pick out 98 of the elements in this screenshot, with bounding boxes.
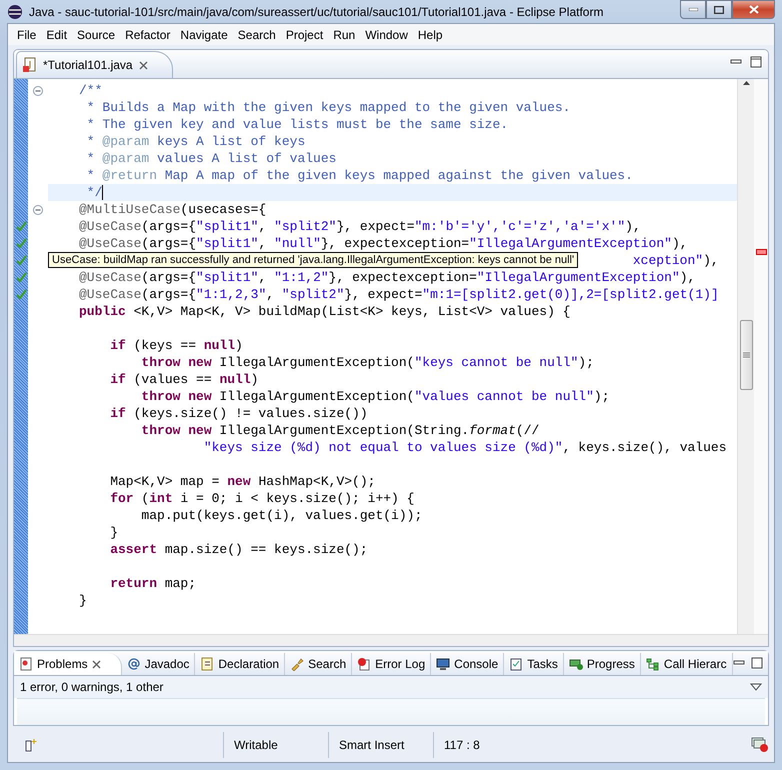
eclipse-logo-icon — [7, 4, 23, 20]
window-title: Java - sauc-tutorial-101/src/main/java/com/sureassert/uc/tutorial/sauc101/Tutorial101.java - Eclipse Platform — [29, 4, 604, 18]
code-line: if (values == null) — [109, 371, 260, 388]
code-line: * The given key and value lists must be the same size. — [86, 116, 510, 133]
view-icon — [568, 657, 583, 671]
view-tab[interactable]: Error Log — [352, 653, 432, 675]
status-field: Writable — [223, 732, 328, 758]
tab-label: Console — [454, 657, 498, 671]
editor-tab[interactable]: *Tutorial101.java — [16, 51, 173, 78]
code-line: * @param values A list of values — [86, 150, 338, 167]
error-stack-icon[interactable] — [751, 737, 769, 753]
tab-label: Javadoc — [144, 657, 190, 671]
check-icon — [16, 272, 26, 283]
check-icon — [16, 255, 26, 266]
view-icon — [357, 657, 372, 671]
code-line: * Builds a Map with the given keys mapped to the given values. — [86, 99, 572, 116]
code-line: throw new IllegalArgumentException("keys cannot be null"); — [140, 354, 595, 371]
check-icon — [16, 289, 26, 300]
code-line: @UseCase(args={"split1", "1:1,2"}, expectexception="IllegalArgumentException"), — [78, 269, 696, 286]
menu-item[interactable]: Search — [232, 28, 281, 42]
status-field: 117 : 8 — [433, 732, 554, 758]
check-icon — [16, 221, 26, 232]
menu-item[interactable]: Run — [328, 28, 360, 42]
view-menu-icon[interactable] — [750, 683, 762, 691]
status-field: Smart Insert — [328, 732, 433, 758]
scroll-thumb[interactable] — [740, 320, 752, 390]
view-tab[interactable]: Console — [431, 653, 504, 675]
view-tab[interactable]: Search — [285, 653, 352, 675]
menu-item[interactable]: Help — [412, 28, 448, 42]
view-tab[interactable]: Progress — [564, 653, 641, 675]
code-line: for (int i = 0; i < keys.size(); i++) { — [109, 490, 416, 507]
code-line: "keys size (%d) not equal to values size (%d)", keys.size(), values — [202, 439, 728, 456]
menu-item[interactable]: Edit — [41, 28, 72, 42]
tab-label: Declaration — [218, 657, 280, 671]
menu-item[interactable]: Source — [72, 28, 120, 42]
vertical-scrollbar[interactable] — [737, 79, 754, 634]
code-line: if (keys == null) — [109, 337, 244, 354]
code-line: Map<K,V> map = new HashMap<K,V>(); — [109, 473, 376, 490]
view-tab[interactable]: Call Hierarc — [640, 653, 733, 675]
tab-label: Error Log — [375, 657, 426, 671]
code-line: @MultiUseCase(usecases={ — [78, 201, 268, 218]
view-tab[interactable]: Declaration — [195, 653, 286, 675]
code-line: if (keys.size() != values.size()) — [109, 405, 369, 422]
code-line: map.put(keys.get(i), values.get(i)); — [140, 507, 424, 524]
tab-label: Call Hierarc — [664, 657, 727, 671]
code-line: return map; — [109, 575, 198, 592]
tab-label: Progress — [586, 657, 635, 671]
close-icon — [748, 5, 758, 14]
problems-summary: 1 error, 0 warnings, 1 other — [20, 680, 164, 694]
view-tab[interactable]: Javadoc — [122, 653, 196, 675]
view-icon — [290, 657, 304, 671]
collapse-icon[interactable] — [33, 204, 43, 214]
maximize-icon[interactable] — [750, 56, 762, 68]
menu-item[interactable]: Navigate — [175, 28, 233, 42]
view-icon — [126, 657, 141, 671]
collapse-icon[interactable] — [33, 86, 43, 96]
maximize-icon[interactable] — [750, 657, 763, 669]
tab-label: Tasks — [527, 657, 558, 671]
tooltip: UseCase: buildMap ran successfully and returned 'java.lang.IllegalArgumentException: keys cannot be null' — [48, 252, 578, 268]
close-button[interactable] — [732, 0, 775, 19]
java-file-icon — [23, 57, 37, 73]
tab-label: *Tutorial101.java — [43, 58, 133, 72]
close-icon[interactable] — [92, 660, 101, 668]
code-line: @UseCase(args={"1:1,2,3", "split2"}, expect="m:1=[split2.get(0)],2=[split2.get(1)] — [78, 286, 720, 303]
view-icon — [200, 657, 214, 671]
code-line: } — [78, 592, 88, 609]
tab-label: Problems — [37, 657, 88, 671]
code-line: } — [109, 524, 120, 541]
code-line: * @return Map A map of the given keys mapped against the given values. — [86, 167, 634, 184]
code-line: /** — [78, 82, 104, 99]
view-icon — [19, 657, 33, 671]
maximize-button[interactable] — [706, 0, 732, 19]
menu-item[interactable]: Refactor — [120, 28, 176, 42]
tab-label: Search — [308, 657, 346, 671]
view-icon — [436, 657, 450, 671]
code-line: throw new IllegalArgumentException("values cannot be null"); — [140, 388, 611, 405]
menu-item[interactable]: Project — [280, 28, 328, 42]
code-line: assert map.size() == keys.size(); — [109, 541, 369, 558]
close-icon[interactable] — [138, 60, 148, 70]
maximize-icon — [714, 6, 724, 14]
minimize-icon — [688, 8, 698, 11]
new-item-icon[interactable] — [23, 738, 37, 752]
check-icon — [16, 238, 26, 249]
view-tab[interactable]: Problems — [14, 653, 122, 675]
menu-item[interactable]: File — [12, 28, 42, 42]
error-marker[interactable] — [756, 249, 766, 255]
menu-item[interactable]: Window — [360, 28, 413, 42]
code-line: public <K,V> Map<K, V> buildMap(List<K> keys, List<V> values) { — [78, 303, 572, 320]
code-line: xception"), — [632, 252, 719, 269]
code-line: * @param keys A list of keys — [86, 133, 306, 150]
horizontal-scrollbar[interactable] — [14, 634, 768, 646]
code-line: @UseCase(args={"split1", "split2"}, expect="m:'b'='y','c'='z','a'='x'"), — [78, 218, 642, 235]
minimize-button[interactable] — [680, 0, 706, 19]
view-icon — [509, 657, 524, 671]
code-line: @UseCase(args={"split1", "null"}, expectexception="IllegalArgumentException"), — [78, 235, 689, 252]
view-tab[interactable]: Tasks — [504, 653, 564, 675]
code-line: throw new IllegalArgumentException(String.format(// — [140, 422, 540, 439]
view-icon — [646, 657, 660, 671]
